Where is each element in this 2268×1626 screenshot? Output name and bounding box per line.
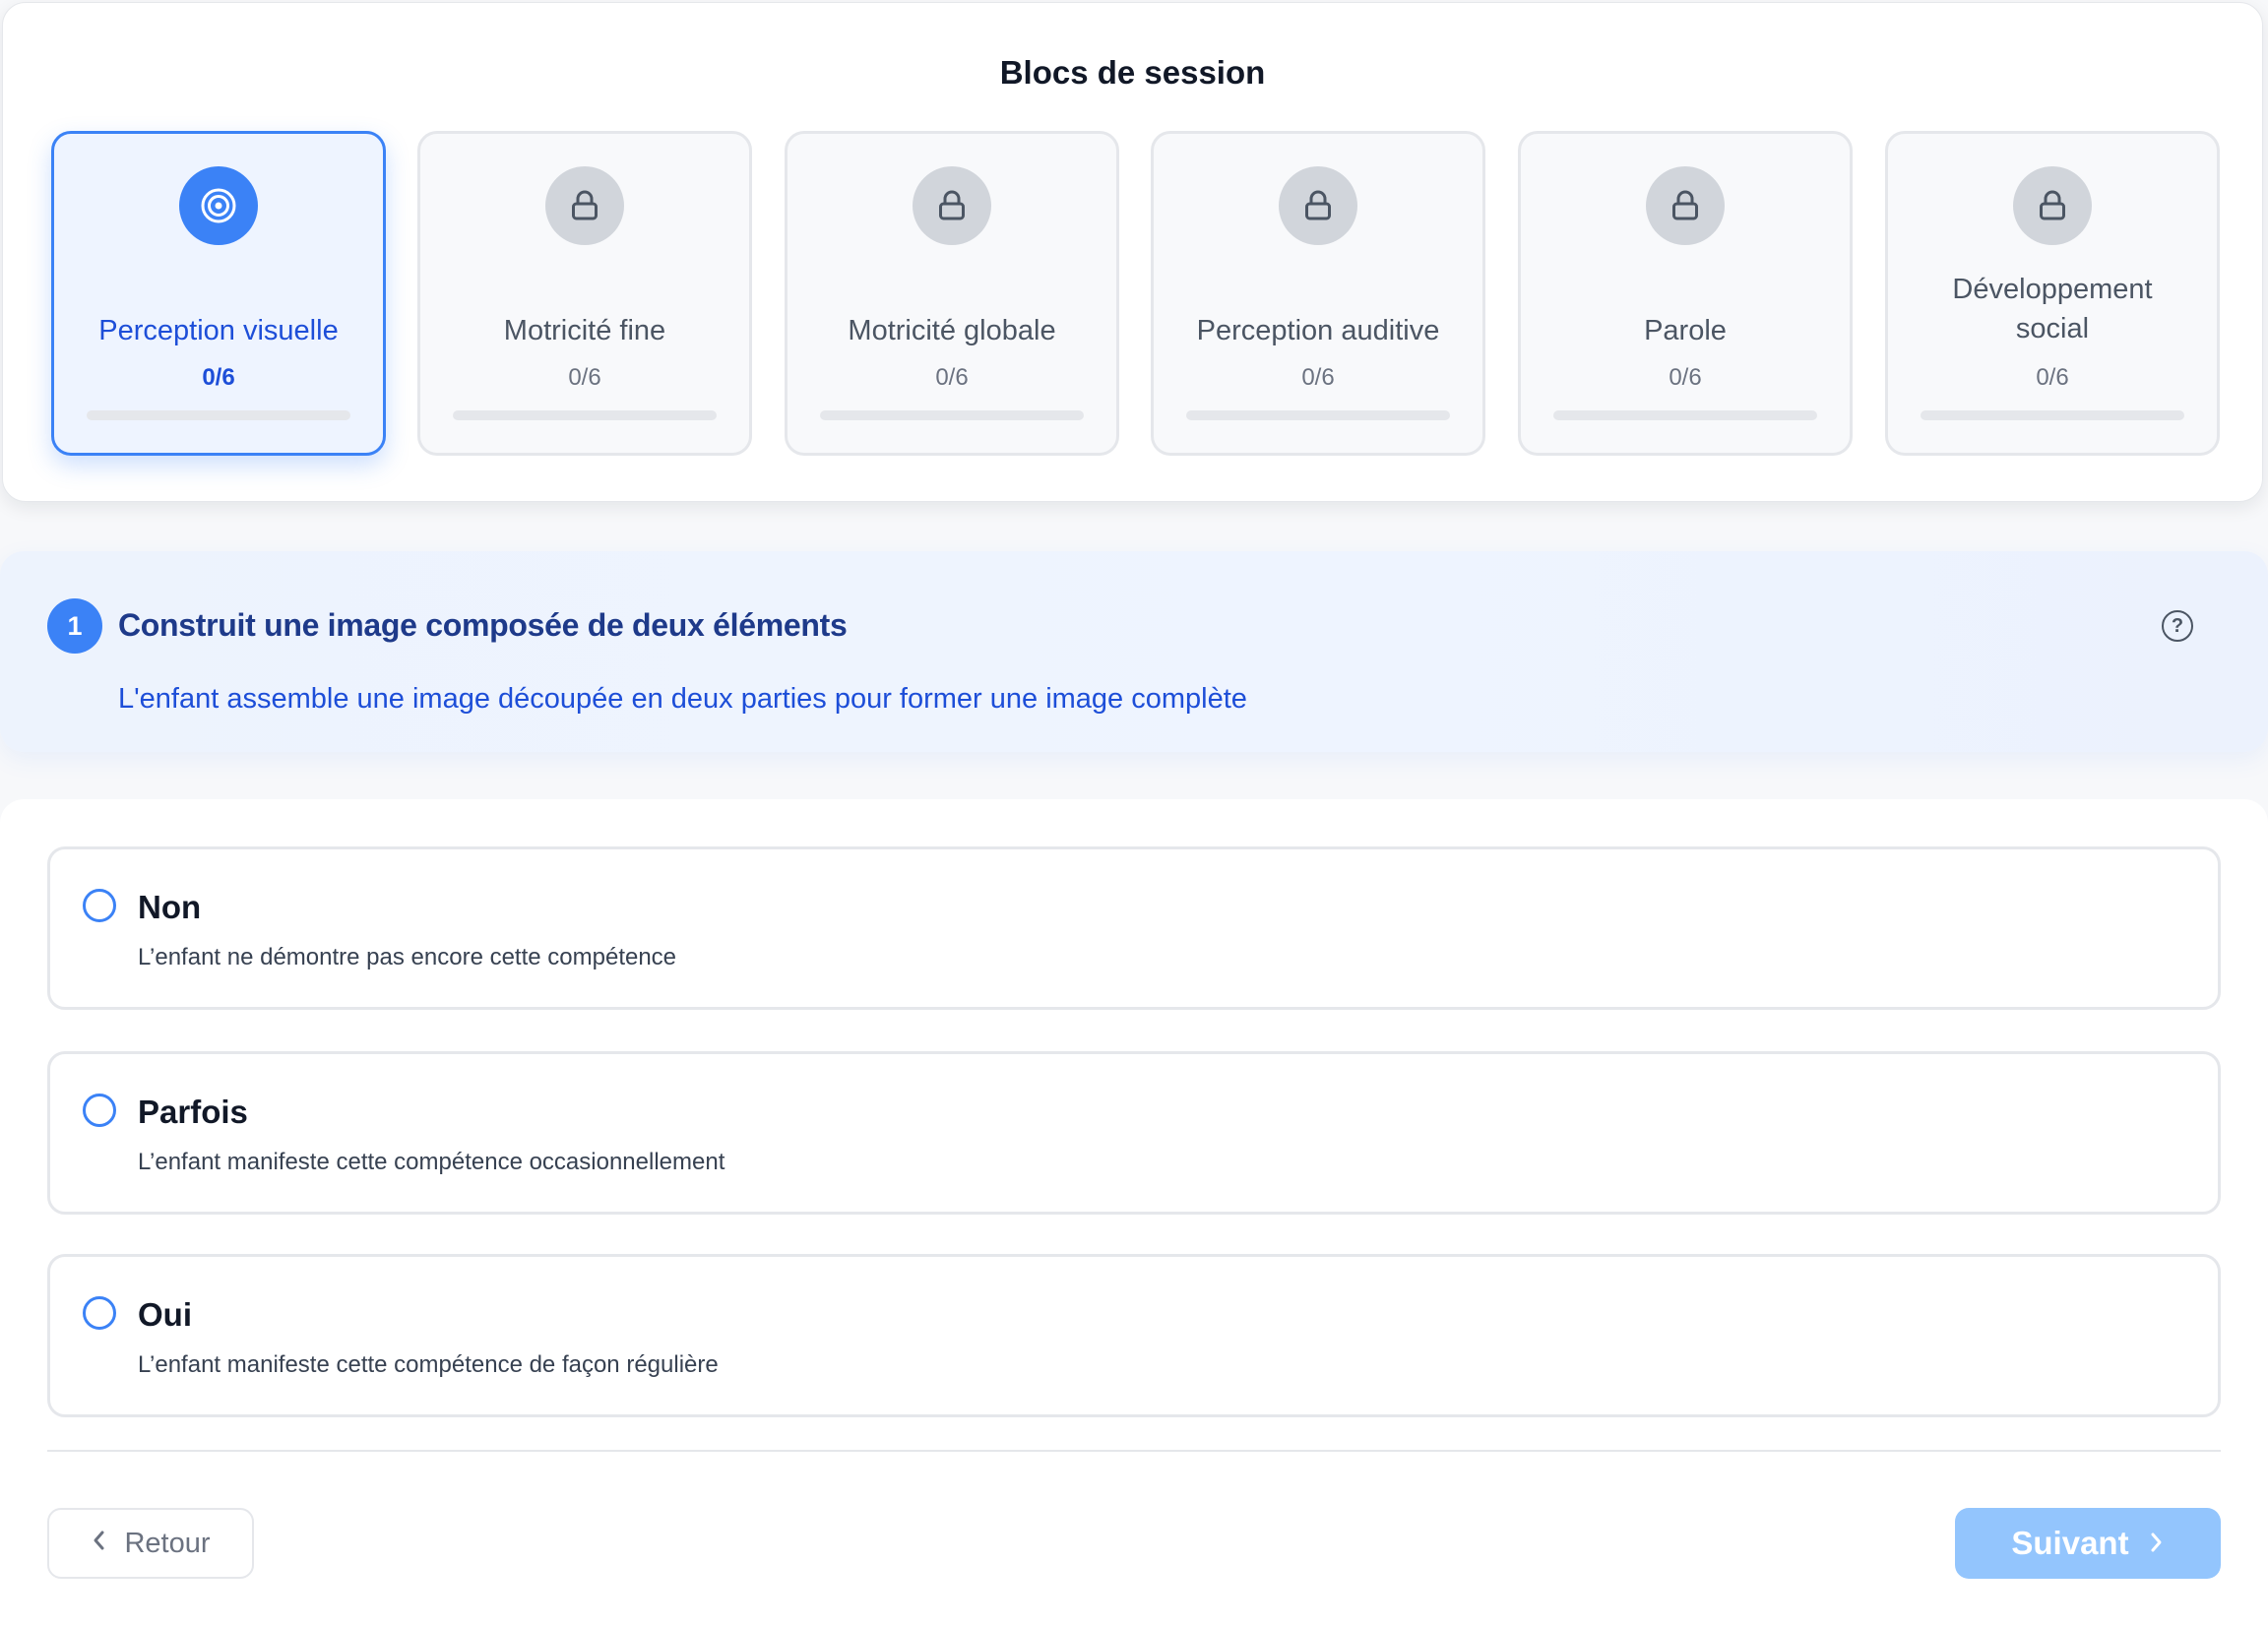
lock-icon [2013, 166, 2092, 245]
option-parfois[interactable]: Parfois L’enfant manifeste cette compéte… [47, 1051, 2221, 1215]
block-motricite-globale[interactable]: Motricité globale 0/6 [785, 131, 1119, 456]
option-label: Oui [138, 1296, 192, 1333]
block-progress-count: 0/6 [935, 364, 969, 391]
target-icon [179, 166, 258, 245]
block-progress-count: 0/6 [1669, 364, 1702, 391]
session-blocks-card: Blocs de session Perception visuelle 0/6 [2, 2, 2263, 502]
block-progress-count: 0/6 [2036, 364, 2069, 391]
radio-button[interactable] [83, 889, 116, 922]
block-parole[interactable]: Parole 0/6 [1518, 131, 1853, 456]
next-button-label: Suivant [2011, 1525, 2129, 1561]
block-progress-bar [1553, 410, 1817, 420]
block-label: Développement social [1952, 274, 2153, 344]
option-description: L’enfant manifeste cette compétence de f… [138, 1351, 719, 1378]
block-perception-auditive[interactable]: Perception auditive 0/6 [1151, 131, 1485, 456]
block-label: Perception visuelle [98, 315, 339, 346]
radio-button[interactable] [83, 1094, 116, 1127]
block-progress-count: 0/6 [202, 364, 235, 391]
lock-icon [545, 166, 624, 245]
question-description: L'enfant assemble une image découpée en … [118, 683, 1247, 715]
option-label: Non [138, 889, 202, 925]
option-label: Parfois [138, 1094, 248, 1130]
back-button-label: Retour [124, 1527, 211, 1559]
block-progress-bar [1186, 410, 1450, 420]
question-banner [0, 551, 2268, 752]
block-progress-count: 0/6 [568, 364, 601, 391]
assessment-screen: Blocs de session Perception visuelle 0/6 [0, 0, 2268, 1626]
block-label: Perception auditive [1196, 315, 1440, 346]
divider [47, 1450, 2221, 1452]
lock-icon [1279, 166, 1357, 245]
session-blocks-title: Blocs de session [999, 54, 1266, 91]
back-button[interactable]: Retour [47, 1508, 254, 1579]
next-button[interactable]: Suivant [1955, 1508, 2221, 1579]
block-perception-visuelle[interactable]: Perception visuelle 0/6 [51, 131, 386, 456]
block-label: Motricité fine [503, 315, 666, 346]
option-non[interactable]: Non L’enfant ne démontre pas encore cett… [47, 846, 2221, 1010]
block-label: Motricité globale [848, 315, 1056, 346]
chevron-right-icon [2147, 1525, 2165, 1562]
lock-icon [913, 166, 991, 245]
radio-button[interactable] [83, 1296, 116, 1330]
block-progress-bar [820, 410, 1084, 420]
block-progress-bar [87, 410, 350, 420]
chevron-left-icon [91, 1528, 108, 1560]
option-description: L’enfant manifeste cette compétence occa… [138, 1149, 725, 1175]
option-description: L’enfant ne démontre pas encore cette co… [138, 944, 677, 970]
question-title: Construit une image composée de deux élé… [118, 607, 848, 643]
block-label: Parole [1644, 315, 1727, 346]
block-progress-count: 0/6 [1301, 364, 1335, 391]
lock-icon [1646, 166, 1725, 245]
block-progress-bar [453, 410, 717, 420]
block-progress-bar [1921, 410, 2184, 420]
block-developpement-social[interactable]: Développement social 0/6 [1885, 131, 2220, 456]
block-motricite-fine[interactable]: Motricité fine 0/6 [417, 131, 752, 456]
option-oui[interactable]: Oui L’enfant manifeste cette compétence … [47, 1254, 2221, 1417]
question-circle-icon[interactable]: ? [2162, 610, 2193, 642]
question-number-badge: 1 [47, 598, 102, 654]
